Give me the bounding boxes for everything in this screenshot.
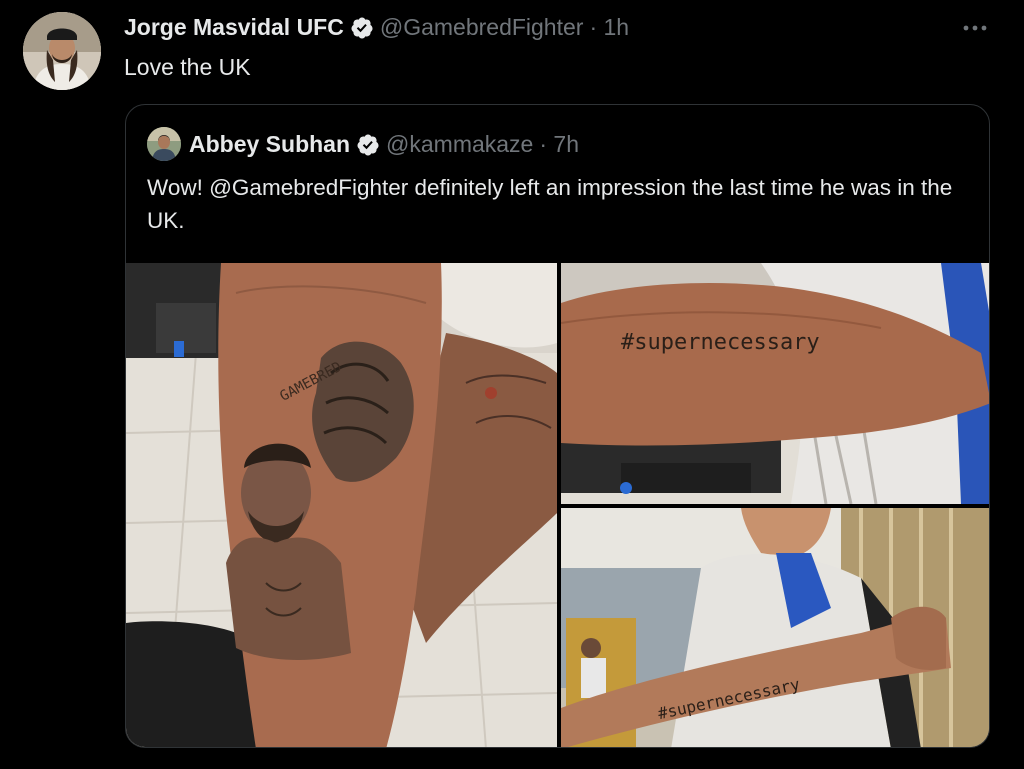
author-name[interactable]: Jorge Masvidal UFC (124, 14, 344, 41)
user-avatar-icon (147, 127, 181, 161)
media-grid: GAMEBRED #supernecessary #supernecessary (126, 263, 989, 747)
media-image-leg-tattoo[interactable]: GAMEBRED (126, 263, 557, 747)
author-avatar[interactable] (23, 12, 101, 90)
quote-text: Wow! @GamebredFighter definitely left an… (147, 175, 953, 233)
quote-author-name[interactable]: Abbey Subhan (189, 131, 350, 158)
quote-timestamp[interactable]: · 7h (539, 131, 579, 158)
more-options-button[interactable] (961, 18, 989, 38)
tweet-header: Jorge Masvidal UFC @GamebredFighter · 1h (124, 14, 629, 41)
quote-author-avatar[interactable] (147, 127, 181, 161)
verified-badge-icon (356, 133, 380, 157)
quote-tweet-card[interactable]: Abbey Subhan @kammakaze · 7h Wow! @Gameb… (125, 104, 990, 748)
tweet[interactable]: Jorge Masvidal UFC @GamebredFighter · 1h… (0, 0, 1024, 769)
media-image-forearm-tattoo[interactable]: #supernecessary (561, 263, 989, 504)
forearm-tattoo-text: #supernecessary (621, 330, 820, 355)
tweet-timestamp[interactable]: · 1h (589, 14, 629, 41)
user-avatar-icon (23, 12, 101, 90)
tweet-text: Love the UK (124, 54, 251, 80)
author-handle[interactable]: @GamebredFighter (380, 14, 584, 41)
quote-author-handle[interactable]: @kammakaze (386, 131, 533, 158)
verified-badge-icon (350, 16, 374, 40)
quote-header: Abbey Subhan @kammakaze · 7h (189, 131, 579, 158)
more-horizontal-icon (963, 25, 987, 31)
media-image-selfie[interactable]: #supernecessary (561, 508, 989, 747)
